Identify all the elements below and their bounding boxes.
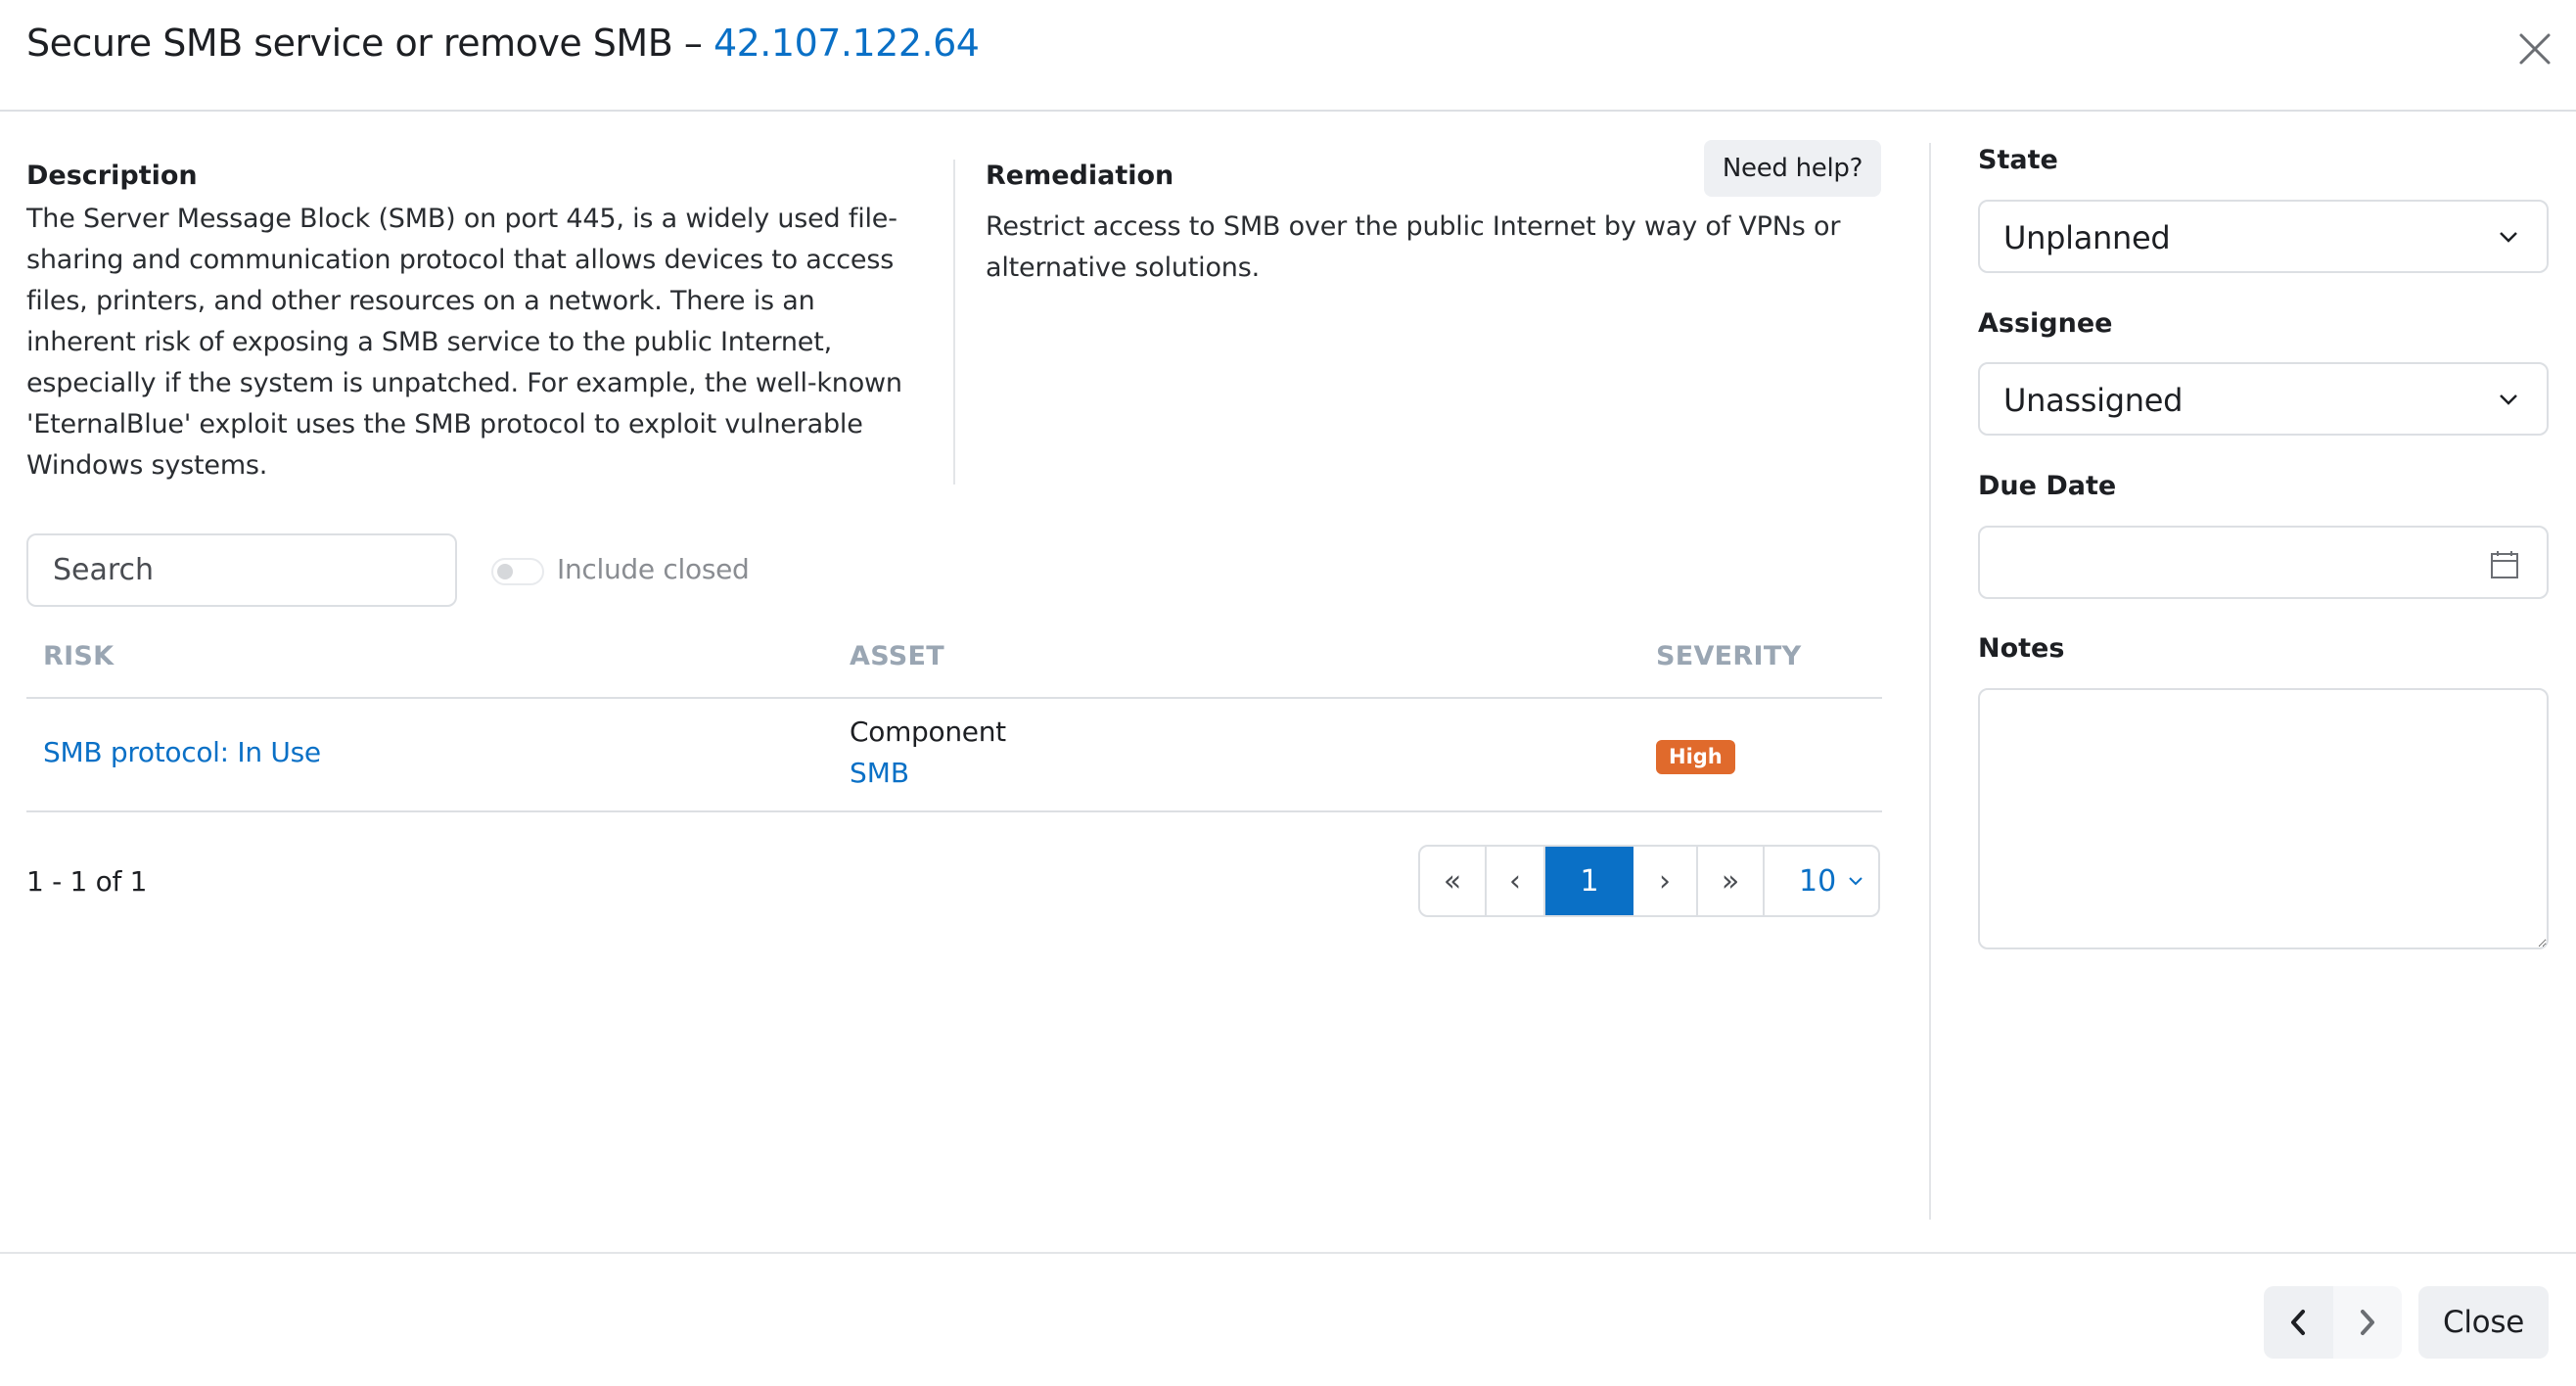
assignee-select[interactable]: Unassigned <box>1978 362 2549 436</box>
close-button[interactable]: Close <box>2418 1286 2549 1359</box>
prev-page-button[interactable]: ‹ <box>1487 847 1545 915</box>
remediation-text: Restrict access to SMB over the public I… <box>986 211 1841 283</box>
search-input[interactable] <box>26 533 457 607</box>
first-page-button[interactable]: « <box>1420 847 1487 915</box>
toggle-knob <box>497 564 513 579</box>
page-size-select[interactable]: 10 <box>1765 847 1878 915</box>
risk-link[interactable]: SMB protocol: In Use <box>43 736 321 768</box>
notes-textarea[interactable] <box>1978 688 2549 949</box>
chevron-right-icon <box>2360 1310 2374 1335</box>
last-page-button[interactable]: » <box>1698 847 1765 915</box>
close-x-icon <box>2519 33 2551 65</box>
need-help-button[interactable]: Need help? <box>1704 140 1881 197</box>
title-text: Secure SMB service or remove SMB – <box>26 22 713 65</box>
result-count: 1 - 1 of 1 <box>26 865 148 898</box>
description-heading: Description <box>26 161 198 191</box>
due-date-input[interactable] <box>1978 526 2549 599</box>
close-dialog-button[interactable] <box>2517 31 2553 67</box>
calendar-icon[interactable] <box>2490 550 2519 579</box>
page-size-value: 10 <box>1799 863 1837 899</box>
item-navigation <box>2264 1286 2402 1359</box>
chevron-down-icon <box>2500 232 2517 243</box>
pagination: « ‹ 1 › » 10 <box>1418 845 1880 917</box>
column-divider <box>953 160 955 485</box>
dialog-title: Secure SMB service or remove SMB – 42.10… <box>26 22 980 65</box>
due-date-label: Due Date <box>1978 471 2117 501</box>
column-header-severity[interactable]: SEVERITY <box>1656 641 1801 671</box>
description-text: The Server Message Block (SMB) on port 4… <box>26 204 902 481</box>
column-header-risk[interactable]: RISK <box>43 641 114 671</box>
chevron-down-icon <box>1849 877 1863 886</box>
next-page-button[interactable]: › <box>1633 847 1698 915</box>
assignee-label: Assignee <box>1978 308 2113 339</box>
previous-item-button[interactable] <box>2264 1286 2333 1359</box>
table-row-divider <box>26 810 1882 812</box>
severity-badge: High <box>1656 740 1735 774</box>
notes-label: Notes <box>1978 633 2065 664</box>
state-label: State <box>1978 145 2058 175</box>
asset-type: Component <box>850 716 1006 748</box>
include-closed-toggle[interactable] <box>491 558 544 585</box>
assignee-value: Unassigned <box>2003 382 2184 419</box>
header-divider <box>0 110 2576 112</box>
column-header-asset[interactable]: ASSET <box>850 641 944 671</box>
state-value: Unplanned <box>2003 219 2171 256</box>
current-page-button[interactable]: 1 <box>1545 847 1633 915</box>
state-select[interactable]: Unplanned <box>1978 200 2549 273</box>
table-header-divider <box>26 697 1882 699</box>
asset-link[interactable]: SMB <box>850 757 909 789</box>
footer-divider <box>0 1252 2576 1254</box>
next-item-button[interactable] <box>2332 1286 2402 1359</box>
asset-ip-link[interactable]: 42.107.122.64 <box>713 22 980 65</box>
side-panel-divider <box>1929 143 1931 1220</box>
include-closed-label: Include closed <box>557 553 750 585</box>
chevron-down-icon <box>2500 394 2517 405</box>
chevron-left-icon <box>2291 1310 2306 1335</box>
remediation-heading: Remediation <box>986 161 1174 191</box>
